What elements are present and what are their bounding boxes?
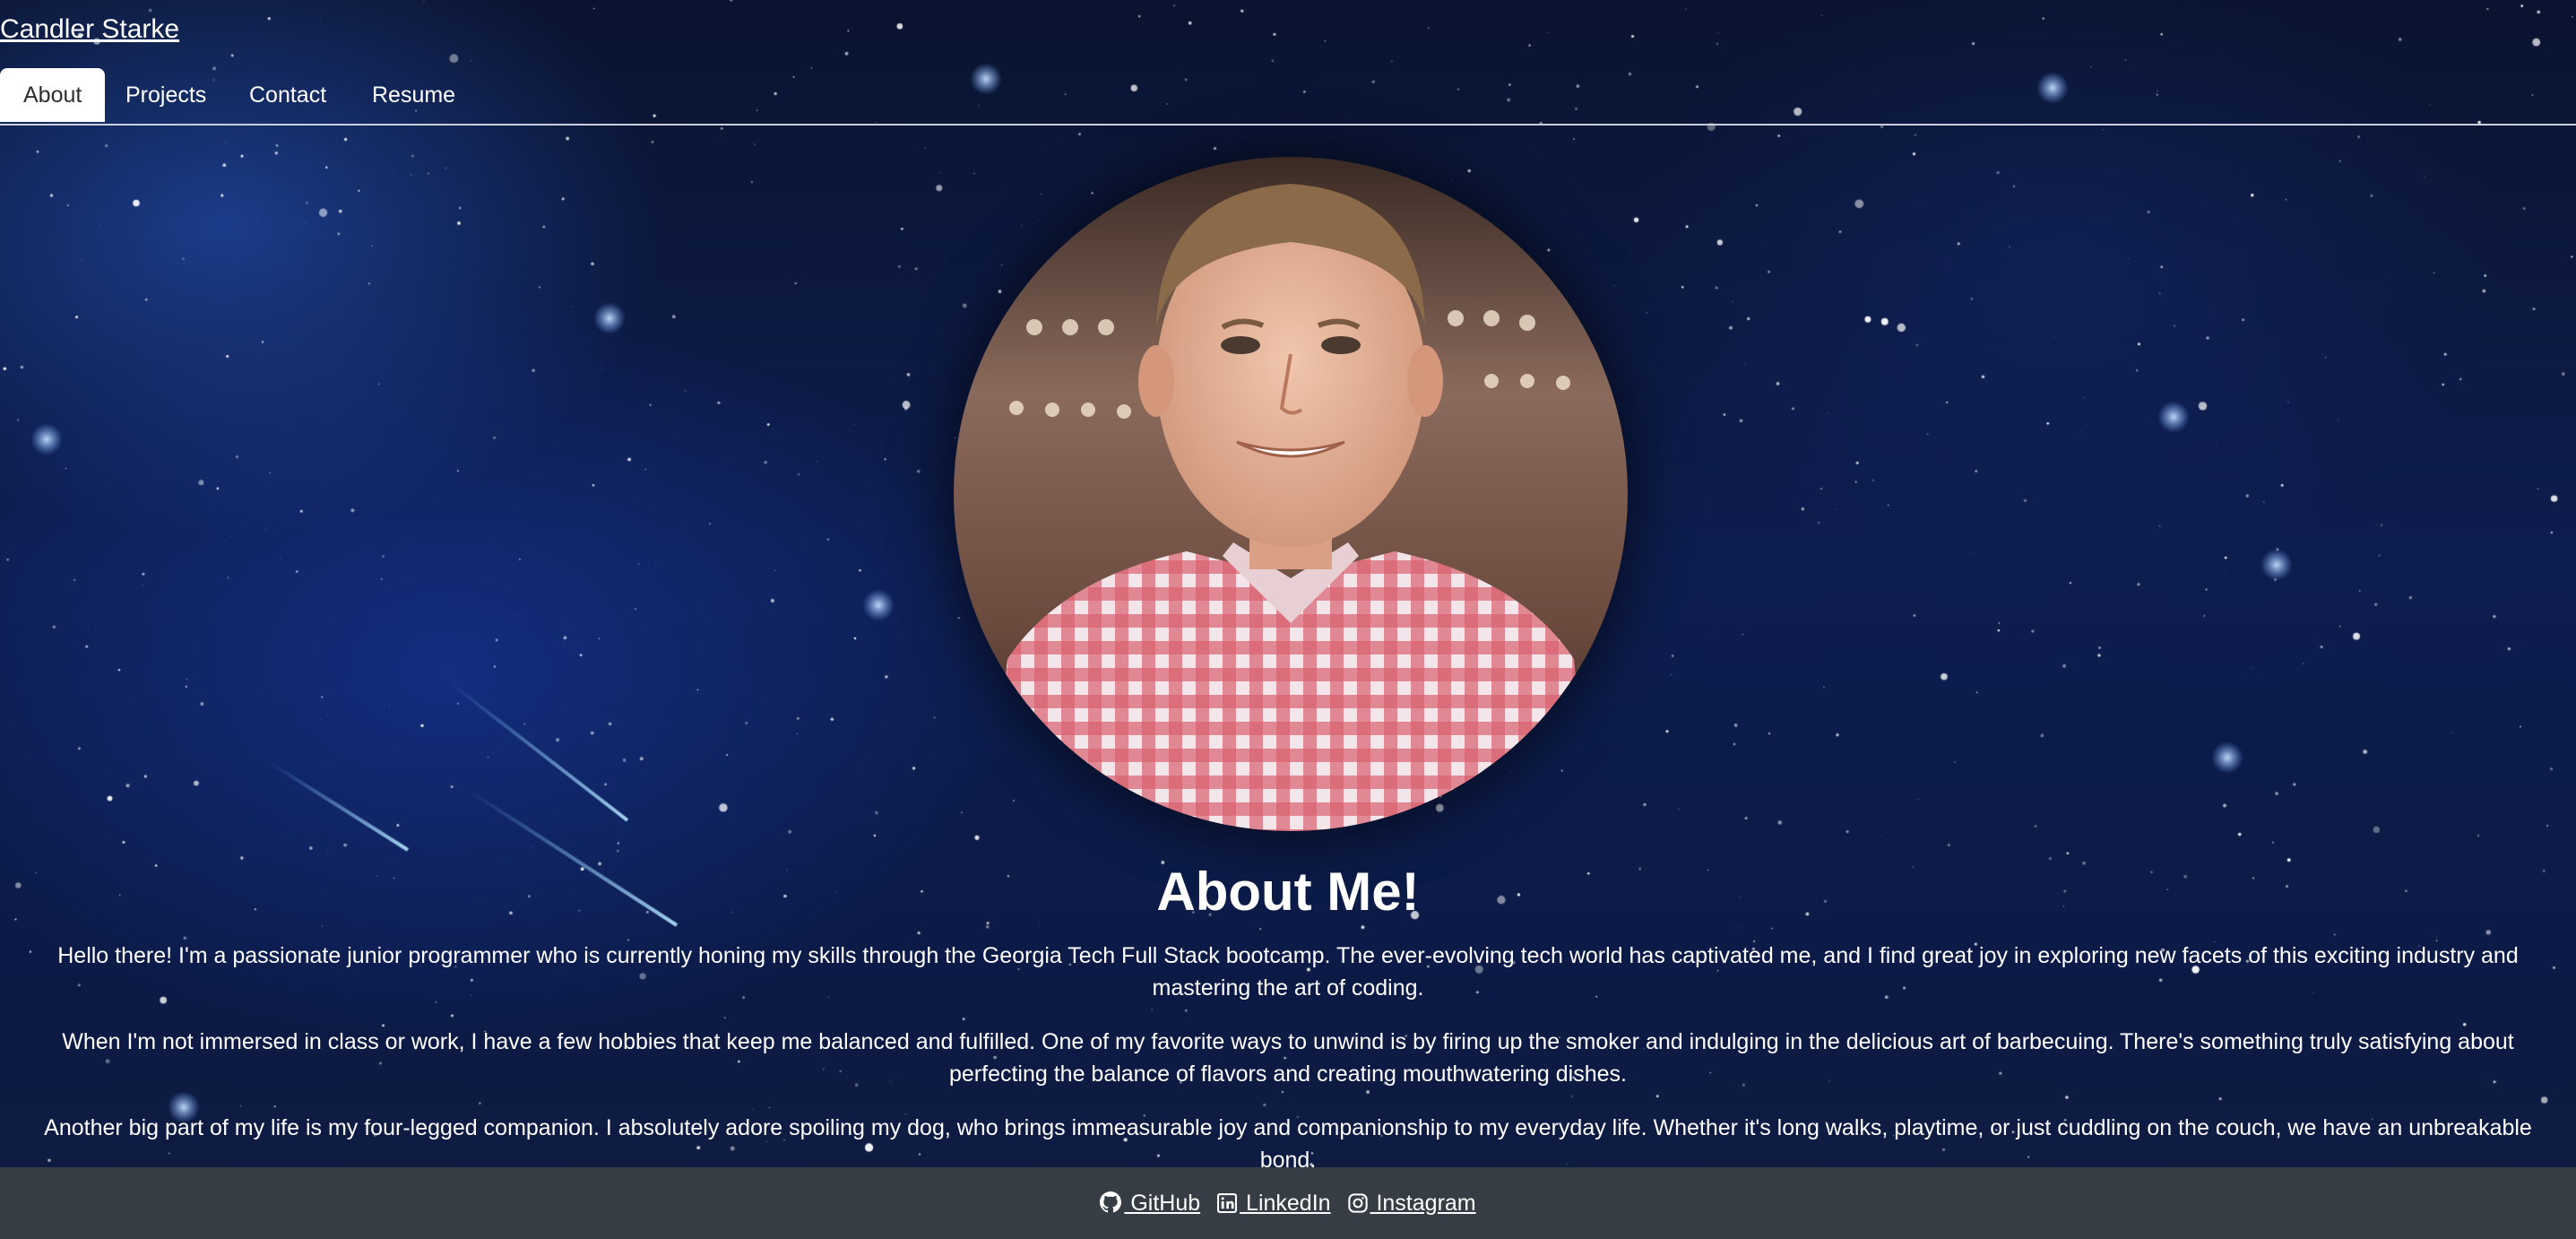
tab-resume[interactable]: Resume: [349, 68, 479, 122]
linkedin-label: LinkedIn: [1240, 1191, 1331, 1216]
tab-about[interactable]: About: [0, 68, 106, 122]
brand-link[interactable]: Candler Starke: [0, 14, 179, 45]
github-label: GitHub: [1124, 1191, 1201, 1216]
instagram-icon: [1347, 1193, 1368, 1213]
profile-photo: [954, 157, 1628, 831]
site-footer: GitHub LinkedIn Instagram: [0, 1167, 2576, 1239]
hobbies-paragraph: When I'm not immersed in class or work, …: [62, 1029, 2514, 1087]
instagram-label: Instagram: [1370, 1191, 1476, 1216]
intro-paragraph: Hello there! I'm a passionate junior pro…: [57, 943, 2519, 1001]
linkedin-icon: [1217, 1193, 1238, 1213]
page-title: About Me!: [1156, 862, 1420, 922]
site-header: Candler Starke About Projects Contact Re…: [0, 0, 2576, 126]
nav-tabs: About Projects Contact Resume: [0, 68, 2576, 126]
instagram-link[interactable]: Instagram: [1347, 1191, 1476, 1216]
tab-contact[interactable]: Contact: [226, 68, 350, 122]
about-section: About Me! Hello there! I'm a passionate …: [0, 124, 2576, 1173]
github-icon: [1100, 1191, 1122, 1213]
tab-projects[interactable]: Projects: [102, 68, 229, 122]
linkedin-link[interactable]: LinkedIn: [1217, 1191, 1331, 1216]
github-link[interactable]: GitHub: [1100, 1191, 1200, 1216]
